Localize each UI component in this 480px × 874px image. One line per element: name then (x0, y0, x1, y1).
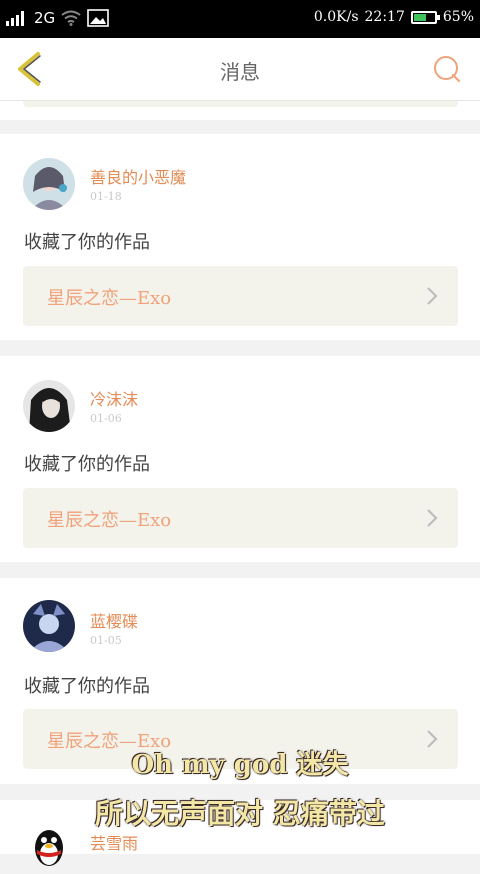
wifi-icon (61, 10, 81, 26)
battery-icon (410, 10, 440, 24)
message-date: 01-05 (90, 634, 122, 647)
battery-percent: 65% (442, 9, 474, 25)
avatar[interactable] (23, 380, 75, 432)
page-title: 消息 (220, 60, 260, 84)
username[interactable]: 冷沫沫 (90, 386, 138, 410)
network-speed: 0.0K/s (313, 9, 359, 25)
partial-work-box (23, 101, 458, 107)
nav-bar: 消息 (0, 38, 480, 101)
chevron-right-icon (427, 287, 438, 305)
message-date: 01-06 (90, 412, 122, 425)
status-right: 0.0K/s 22:17 65% (314, 9, 474, 25)
gallery-icon (87, 9, 109, 27)
network-type: 2G (34, 9, 56, 27)
partial-card (0, 101, 480, 120)
message-card[interactable]: 善良的小恶魔 01-18 收藏了你的作品 星辰之恋—Exo (0, 134, 480, 340)
username[interactable]: 蓝樱碟 (90, 608, 138, 632)
signal-icon (6, 11, 24, 26)
avatar[interactable] (23, 600, 75, 652)
action-text: 收藏了你的作品 (24, 232, 150, 253)
lyric-line-1: Oh my god 迷失 (131, 750, 349, 780)
status-bar: 2G 0.0K/s 22:17 65% (0, 0, 480, 38)
status-left: 2G (6, 9, 109, 27)
action-text: 收藏了你的作品 (24, 676, 150, 697)
action-text: 收藏了你的作品 (24, 454, 150, 475)
message-date: 01-18 (90, 190, 122, 203)
work-title: 星辰之恋—Exo (47, 288, 172, 309)
avatar[interactable] (23, 158, 75, 210)
work-link[interactable]: 星辰之恋—Exo (23, 266, 458, 326)
message-card[interactable]: 冷沫沫 01-06 收藏了你的作品 星辰之恋—Exo (0, 356, 480, 562)
username[interactable]: 芸雪雨 (90, 830, 138, 854)
clock: 22:17 (364, 9, 405, 25)
username[interactable]: 善良的小恶魔 (90, 164, 186, 188)
avatar-image (23, 158, 75, 210)
avatar-image (23, 600, 75, 652)
chevron-right-icon (427, 509, 438, 527)
lyric-line-2: 所以无声面对 忍痛带过 (95, 797, 385, 830)
work-link[interactable]: 星辰之恋—Exo (23, 488, 458, 548)
qq-penguin-icon (35, 830, 63, 866)
avatar-image (23, 380, 75, 432)
work-title: 星辰之恋—Exo (47, 510, 172, 531)
search-icon[interactable] (432, 54, 462, 84)
